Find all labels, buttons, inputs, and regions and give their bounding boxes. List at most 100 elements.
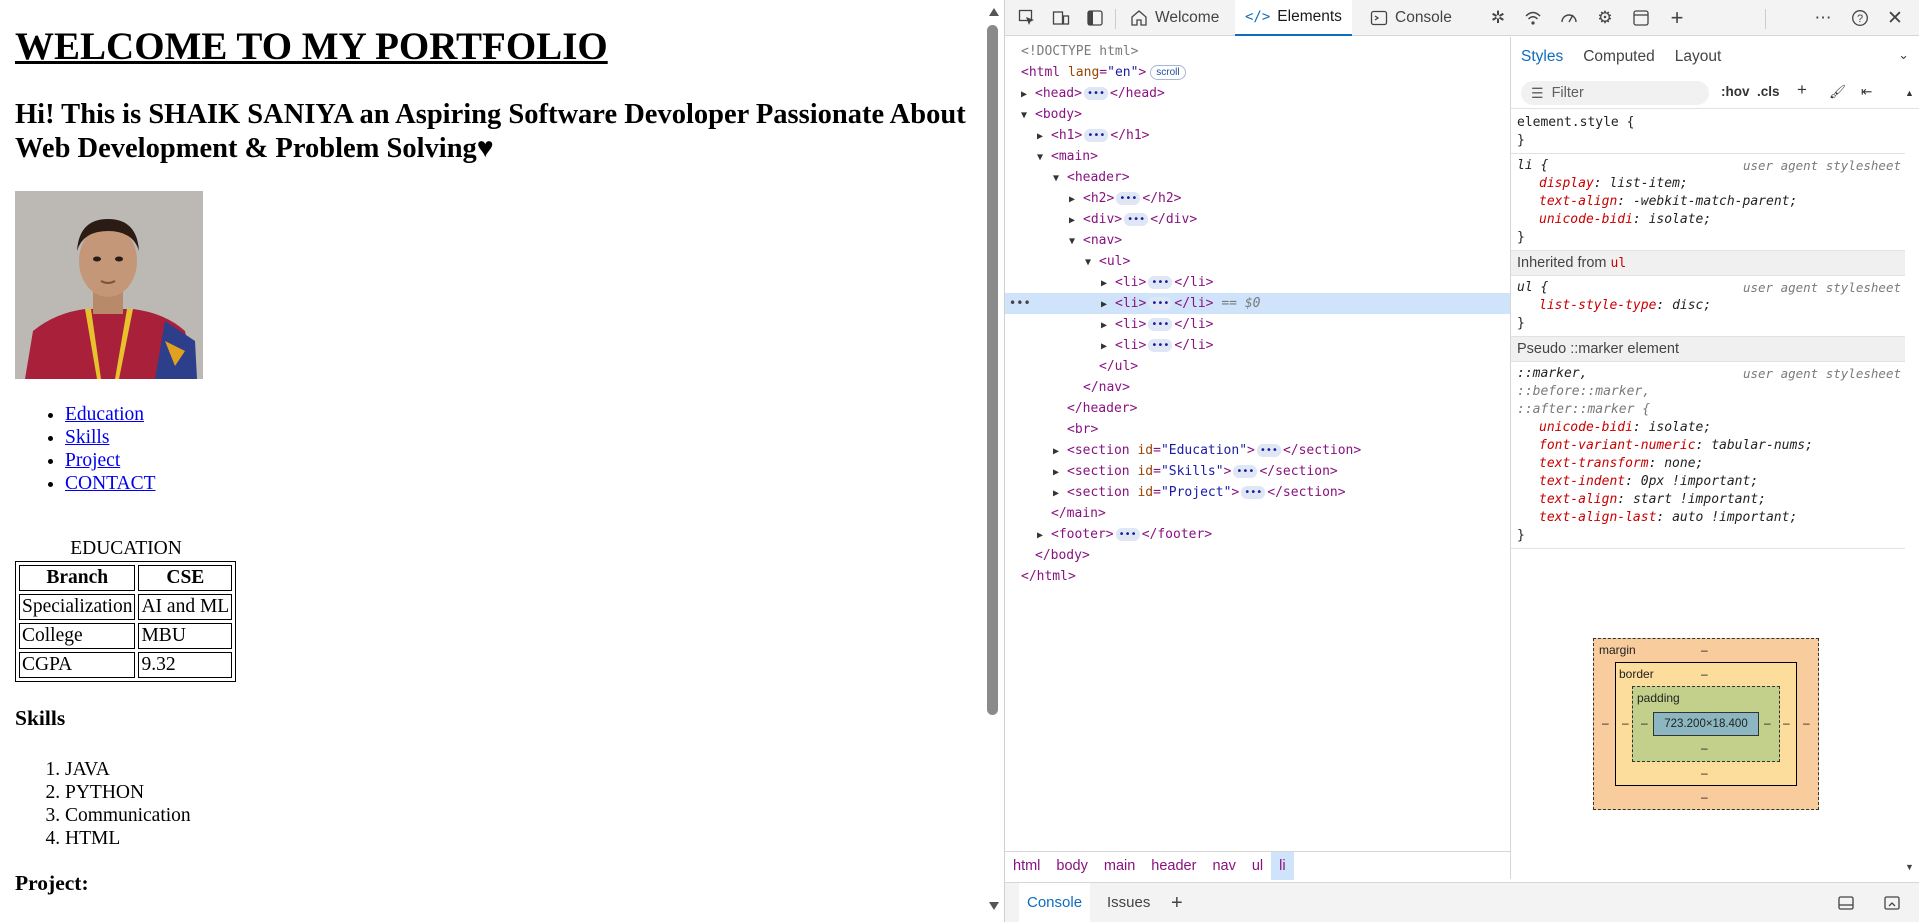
dom-node-nav[interactable]: ▼ <nav> xyxy=(1005,230,1510,251)
ellipsis-icon[interactable]: ••• xyxy=(1148,318,1173,331)
dom-node-head[interactable]: ▶ <head> ••• </head> xyxy=(1005,83,1510,104)
ellipsis-icon[interactable]: ••• xyxy=(1148,339,1173,352)
dom-node-li[interactable]: ▶ <li> ••• </li> xyxy=(1005,335,1510,356)
border-bottom-value[interactable]: – xyxy=(1701,766,1708,780)
dom-node-h1[interactable]: ▶ <h1> ••• </h1> xyxy=(1005,125,1510,146)
css-value[interactable]: auto !important; xyxy=(1672,510,1797,525)
dom-node-html-close[interactable]: </html> xyxy=(1005,566,1510,587)
scroll-down-arrow-icon[interactable] xyxy=(989,902,999,910)
node-actions-icon[interactable]: ••• xyxy=(1009,293,1031,314)
bug-icon[interactable]: ✲ xyxy=(1486,6,1510,30)
nav-link-education[interactable]: Education xyxy=(65,404,144,425)
network-wifi-icon[interactable] xyxy=(1521,6,1545,30)
new-rule-plus-icon[interactable]: + xyxy=(1797,80,1807,100)
dom-node-div[interactable]: ▶ <div> ••• </div> xyxy=(1005,209,1510,230)
scroll-badge[interactable]: scroll xyxy=(1150,65,1186,80)
css-value[interactable]: isolate; xyxy=(1649,212,1712,227)
breadcrumb-item[interactable]: main xyxy=(1096,852,1143,880)
dom-node-header-close[interactable]: </header> xyxy=(1005,398,1510,419)
dom-node-nav-close[interactable]: </nav> xyxy=(1005,377,1510,398)
css-property[interactable]: text-align xyxy=(1539,194,1617,209)
breadcrumb-item-active[interactable]: li xyxy=(1271,851,1294,880)
drawer-tab-console[interactable]: Console xyxy=(1019,883,1091,922)
padding-bottom-value[interactable]: – xyxy=(1701,741,1708,755)
inherited-tag-link[interactable]: ul xyxy=(1611,256,1627,271)
breadcrumb-item[interactable]: body xyxy=(1048,852,1095,880)
nav-link-project[interactable]: Project xyxy=(65,450,120,471)
dom-node-ul[interactable]: ▼ <ul> xyxy=(1005,251,1510,272)
css-property[interactable]: unicode-bidi xyxy=(1539,420,1633,435)
tab-console[interactable]: Console xyxy=(1360,0,1462,36)
css-property[interactable]: list-style-type xyxy=(1539,298,1656,313)
dom-node-main[interactable]: ▼ <main> xyxy=(1005,146,1510,167)
more-tabs-plus-icon[interactable]: + xyxy=(1665,5,1689,30)
css-property[interactable]: display xyxy=(1539,176,1594,191)
page-scrollbar[interactable] xyxy=(982,0,1004,922)
expand-triangle-icon[interactable]: ▶ xyxy=(1069,189,1083,210)
collapse-drawer-icon[interactable] xyxy=(1883,894,1901,916)
marker-rule[interactable]: user agent stylesheet ::marker, ::before… xyxy=(1511,362,1905,549)
css-property[interactable]: text-align xyxy=(1539,492,1617,507)
ellipsis-icon[interactable]: ••• xyxy=(1116,192,1141,205)
css-value[interactable]: list-item; xyxy=(1609,176,1687,191)
li-rule[interactable]: user agent stylesheet li { display: list… xyxy=(1511,154,1905,251)
margin-right-value[interactable]: – xyxy=(1803,716,1810,730)
box-model-content[interactable]: 723.200×18.400 xyxy=(1653,712,1759,736)
css-value[interactable]: -webkit-match-parent; xyxy=(1633,194,1797,209)
scroll-up-arrow-icon[interactable]: ▲ xyxy=(1905,88,1914,98)
border-left-value[interactable]: – xyxy=(1622,716,1629,730)
css-property[interactable]: text-align-last xyxy=(1539,510,1656,525)
ellipsis-icon[interactable]: ••• xyxy=(1115,528,1140,541)
toggle-drawer-icon[interactable] xyxy=(1083,6,1107,30)
performance-icon[interactable] xyxy=(1557,6,1581,30)
margin-bottom-value[interactable]: – xyxy=(1701,790,1708,804)
collapse-triangle-icon[interactable]: ▼ xyxy=(1021,105,1035,126)
tab-layout[interactable]: Layout xyxy=(1665,37,1732,77)
breadcrumb-item[interactable]: header xyxy=(1143,852,1204,880)
css-property[interactable]: font-variant-numeric xyxy=(1539,438,1696,453)
close-devtools-icon[interactable]: ✕ xyxy=(1883,6,1907,30)
element-style-rule[interactable]: element.style { } xyxy=(1511,111,1905,154)
drawer-tab-issues[interactable]: Issues xyxy=(1099,883,1158,922)
ellipsis-icon[interactable]: ••• xyxy=(1124,213,1149,226)
breadcrumb-item[interactable]: html xyxy=(1005,852,1048,880)
chevron-down-icon[interactable]: ⌄ xyxy=(1898,47,1909,63)
ellipsis-icon[interactable]: ••• xyxy=(1084,129,1109,142)
expand-triangle-icon[interactable]: ▶ xyxy=(1101,336,1115,357)
breadcrumb-item[interactable]: nav xyxy=(1204,852,1243,880)
toggle-sidebar-icon[interactable]: ⇤ xyxy=(1861,84,1872,100)
dom-node-section-project[interactable]: ▶ <section id="Project"> ••• </section> xyxy=(1005,482,1510,503)
css-value[interactable]: start !important; xyxy=(1633,492,1766,507)
hov-toggle[interactable]: :hov xyxy=(1721,84,1750,99)
ellipsis-icon[interactable]: ••• xyxy=(1241,486,1266,499)
dom-node-section-education[interactable]: ▶ <section id="Education"> ••• </section> xyxy=(1005,440,1510,461)
tab-elements[interactable]: </> Elements xyxy=(1235,0,1352,36)
ellipsis-icon[interactable]: ••• xyxy=(1148,276,1173,289)
padding-right-value[interactable]: – xyxy=(1764,716,1771,730)
dock-drawer-icon[interactable] xyxy=(1837,894,1855,916)
expand-triangle-icon[interactable]: ▶ xyxy=(1101,273,1115,294)
dom-node-ul-close[interactable]: </ul> xyxy=(1005,356,1510,377)
dom-node-body[interactable]: ▼ <body> xyxy=(1005,104,1510,125)
expand-triangle-icon[interactable]: ▶ xyxy=(1053,441,1067,462)
ellipsis-icon[interactable]: ••• xyxy=(1256,444,1281,457)
tab-styles[interactable]: Styles xyxy=(1511,37,1573,77)
ellipsis-icon[interactable]: ••• xyxy=(1233,465,1258,478)
collapse-triangle-icon[interactable]: ▼ xyxy=(1053,168,1067,189)
expand-triangle-icon[interactable]: ▶ xyxy=(1101,315,1115,336)
border-top-value[interactable]: – xyxy=(1701,667,1708,681)
settings-gear-icon[interactable]: ⚙ xyxy=(1593,6,1617,30)
css-value[interactable]: 0px !important; xyxy=(1641,474,1758,489)
nav-link-contact[interactable]: CONTACT xyxy=(65,473,156,494)
help-icon[interactable]: ? xyxy=(1848,6,1872,30)
device-emulation-icon[interactable] xyxy=(1049,6,1073,30)
css-value[interactable]: isolate; xyxy=(1649,420,1712,435)
css-property[interactable]: text-transform xyxy=(1539,456,1649,471)
css-property[interactable]: text-indent xyxy=(1539,474,1625,489)
ul-rule[interactable]: user agent stylesheet ul { list-style-ty… xyxy=(1511,276,1905,337)
collapse-triangle-icon[interactable]: ▼ xyxy=(1069,231,1083,252)
dom-node-section-skills[interactable]: ▶ <section id="Skills"> ••• </section> xyxy=(1005,461,1510,482)
css-value[interactable]: none; xyxy=(1664,456,1703,471)
dom-node-body-close[interactable]: </body> xyxy=(1005,545,1510,566)
nav-link-skills[interactable]: Skills xyxy=(65,427,109,448)
